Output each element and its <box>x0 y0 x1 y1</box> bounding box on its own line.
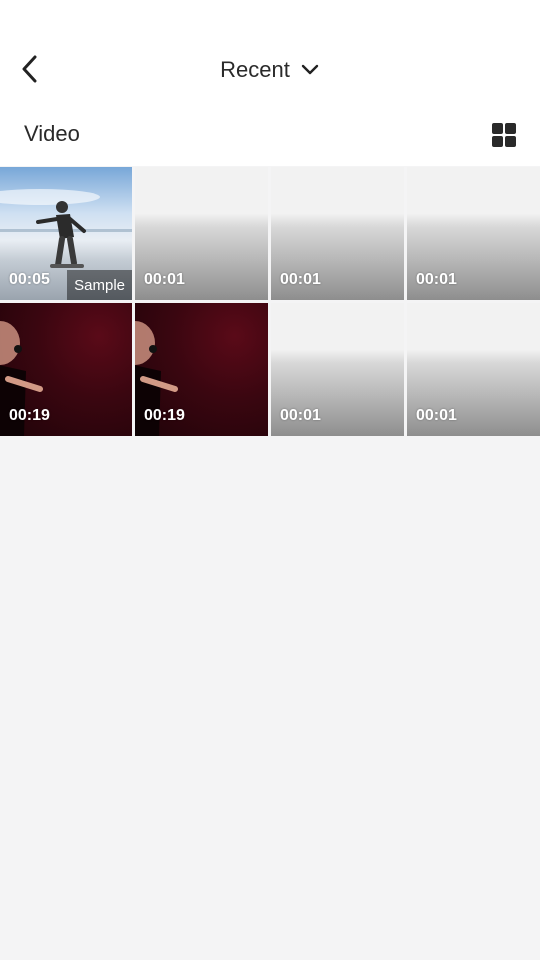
section-label-video: Video <box>24 121 80 146</box>
video-duration: 00:01 <box>416 407 457 424</box>
grid-view-button[interactable] <box>492 123 516 147</box>
video-duration: 00:01 <box>280 271 321 288</box>
grid-view-icon <box>492 123 503 134</box>
grid-view-icon-cell <box>492 136 503 147</box>
video-thumbnail[interactable]: 00:19 <box>135 303 268 436</box>
video-duration: 00:01 <box>416 271 457 288</box>
video-duration: 00:19 <box>144 407 185 424</box>
album-selector[interactable]: Recent <box>0 52 540 88</box>
video-thumbnail[interactable]: 00:19 <box>0 303 132 436</box>
top-bar: Recent Video <box>0 0 540 166</box>
video-thumbnail[interactable]: 00:05 Sample <box>0 167 132 300</box>
video-thumbnail[interactable]: 00:01 <box>407 167 540 300</box>
video-duration: 00:19 <box>9 407 50 424</box>
grid-view-icon-cell <box>505 136 516 147</box>
grid-view-icon-cell <box>505 123 516 134</box>
sample-badge: Sample <box>67 270 132 300</box>
chevron-down-icon <box>300 60 320 80</box>
video-duration: 00:05 <box>9 271 50 288</box>
video-thumbnail[interactable]: 00:01 <box>407 303 540 436</box>
video-thumbnail[interactable]: 00:01 <box>271 167 404 300</box>
album-title: Recent <box>220 57 290 82</box>
video-thumbnail[interactable]: 00:01 <box>271 303 404 436</box>
video-duration: 00:01 <box>144 271 185 288</box>
video-thumbnail[interactable]: 00:01 <box>135 167 268 300</box>
video-duration: 00:01 <box>280 407 321 424</box>
